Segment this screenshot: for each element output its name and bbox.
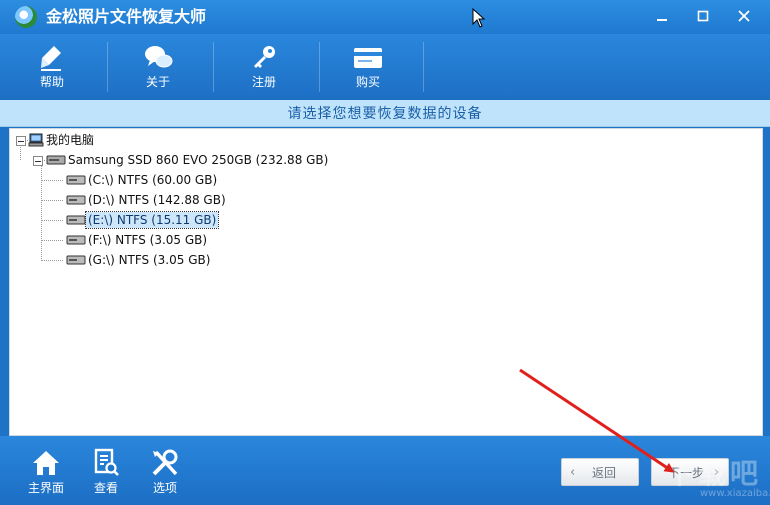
app-logo-icon	[15, 6, 37, 28]
view-button[interactable]: 查看	[78, 440, 134, 500]
tree-node-label: 我的电脑	[46, 133, 95, 147]
collapse-root-toggle[interactable]	[16, 136, 26, 146]
minimize-button[interactable]	[646, 3, 678, 29]
device-prompt-text: 请选择您想要恢复数据的设备	[287, 106, 483, 122]
tree-node-computer[interactable]: 我的电脑	[28, 131, 96, 149]
watermark-url: www.xiazaiba.com	[700, 488, 770, 499]
home-label: 主界面	[27, 481, 64, 495]
computer-icon	[28, 133, 44, 147]
tree-node-label: Samsung SSD 860 EVO 250GB (232.88 GB)	[68, 153, 329, 167]
tree-node-partition[interactable]: (G:\) NTFS (3.05 GB)	[66, 251, 212, 269]
about-button[interactable]: 关于	[108, 34, 208, 100]
buy-button[interactable]: 购买	[318, 34, 418, 100]
buy-label: 购买	[355, 75, 380, 89]
maximize-button[interactable]	[687, 3, 719, 29]
tree-connector	[41, 240, 63, 241]
help-label: 帮助	[39, 75, 64, 89]
tree-connector	[41, 200, 63, 201]
register-label: 注册	[251, 75, 276, 89]
tree-node-partition[interactable]: (C:\) NTFS (60.00 GB)	[66, 171, 219, 189]
document-search-icon	[94, 448, 119, 476]
options-button[interactable]: 选项	[137, 440, 193, 500]
hard-disk-icon	[46, 155, 66, 165]
maximize-icon	[697, 10, 709, 22]
toolbar: 帮助 关于 注册 购买	[0, 34, 770, 100]
close-button[interactable]	[728, 3, 760, 29]
tree-connector	[41, 260, 63, 261]
help-button[interactable]: 帮助	[2, 34, 102, 100]
tree-node-label: (D:\) NTFS (142.88 GB)	[88, 193, 226, 207]
toolbar-divider	[423, 42, 424, 92]
home-button[interactable]: 主界面	[18, 440, 74, 500]
title-bar: 金松照片文件恢复大师	[0, 0, 770, 34]
drive-icon	[66, 195, 86, 205]
register-button[interactable]: 注册	[214, 34, 314, 100]
key-icon	[254, 46, 275, 68]
tree-node-partition[interactable]: (F:\) NTFS (3.05 GB)	[66, 231, 209, 249]
back-button[interactable]: ‹ 返回	[561, 458, 639, 486]
tools-icon	[152, 449, 178, 476]
tree-node-partition-selected[interactable]: (E:\) NTFS (15.11 GB)	[66, 211, 220, 229]
device-prompt: 请选择您想要恢复数据的设备	[0, 100, 770, 127]
close-icon	[738, 10, 750, 22]
device-tree: 我的电脑 Samsung SSD 860 EVO 250GB (232.88 G…	[9, 128, 763, 436]
view-label: 查看	[93, 481, 118, 495]
home-icon	[33, 451, 59, 475]
drive-icon	[66, 175, 86, 185]
drive-icon	[66, 215, 86, 225]
minimize-icon	[657, 19, 667, 21]
card-icon	[354, 48, 382, 68]
app-title: 金松照片文件恢复大师	[46, 7, 207, 26]
tree-node-disk[interactable]: Samsung SSD 860 EVO 250GB (232.88 GB)	[46, 151, 330, 169]
tree-node-partition[interactable]: (D:\) NTFS (142.88 GB)	[66, 191, 228, 209]
drive-icon	[66, 255, 86, 265]
pen-icon	[41, 46, 61, 71]
back-label: 返回	[592, 465, 617, 480]
tree-connector	[20, 144, 21, 160]
collapse-disk-toggle[interactable]	[33, 156, 43, 166]
tree-connector	[41, 220, 63, 221]
options-label: 选项	[152, 481, 177, 495]
tree-connector	[41, 180, 63, 181]
tree-node-label: (G:\) NTFS (3.05 GB)	[88, 253, 211, 267]
watermark-cn: 下载吧	[666, 457, 763, 490]
mouse-cursor-icon	[472, 8, 486, 28]
drive-icon	[66, 235, 86, 245]
chevron-left-icon: ‹	[570, 464, 576, 480]
tree-node-label: (F:\) NTFS (3.05 GB)	[88, 233, 208, 247]
tree-node-label: (C:\) NTFS (60.00 GB)	[88, 173, 218, 187]
tree-connector	[41, 164, 42, 261]
tree-node-label: (E:\) NTFS (15.11 GB)	[84, 211, 220, 229]
chat-bubbles-icon	[145, 46, 173, 68]
watermark: 下载吧 www.xiazaiba.com	[656, 452, 770, 502]
about-label: 关于	[145, 75, 170, 89]
